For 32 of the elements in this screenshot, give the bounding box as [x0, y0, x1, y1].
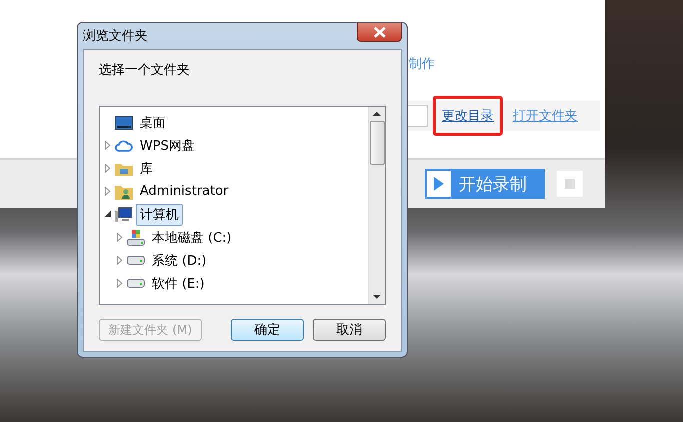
expand-arrow-icon[interactable] [116, 256, 124, 265]
expand-arrow-icon[interactable] [104, 164, 112, 173]
tree-item[interactable]: 本地磁盘 (C:) [148, 226, 236, 248]
drive-icon [127, 279, 145, 288]
window-title: 浏览文件夹 [83, 28, 148, 45]
play-icon [427, 171, 451, 197]
tree-item[interactable]: WPS网盘 [136, 134, 199, 156]
tree-item[interactable]: 计算机 [136, 204, 183, 226]
folder-icon [115, 184, 133, 200]
monitor-icon [115, 116, 133, 130]
dialog-button[interactable]: 确定 [231, 319, 304, 341]
collapse-arrow-icon[interactable] [104, 210, 112, 219]
tree-item[interactable]: 桌面 [136, 112, 170, 134]
computer-icon [115, 206, 133, 222]
expand-arrow-icon[interactable] [104, 187, 112, 196]
tree-item[interactable]: 系统 (D:) [148, 250, 211, 272]
drive-icon [127, 230, 145, 246]
close-icon [372, 26, 386, 38]
dialog-button[interactable]: 取消 [313, 319, 386, 341]
tree-item[interactable]: Administrator [136, 182, 233, 201]
scrollbar[interactable] [368, 107, 385, 304]
expand-arrow-icon[interactable] [116, 233, 124, 242]
folder-icon [115, 162, 133, 176]
drive-icon [127, 256, 145, 265]
link[interactable]: 更改目录 [442, 107, 494, 125]
close-button[interactable] [357, 23, 402, 42]
tree-item[interactable]: 库 [136, 158, 157, 180]
expand-arrow-icon[interactable] [104, 141, 112, 150]
prompt-text: 选择一个文件夹 [99, 62, 191, 80]
cloud-icon [115, 138, 133, 152]
expand-arrow-icon[interactable] [116, 279, 124, 288]
tree-item[interactable]: 软件 (E:) [148, 272, 209, 294]
